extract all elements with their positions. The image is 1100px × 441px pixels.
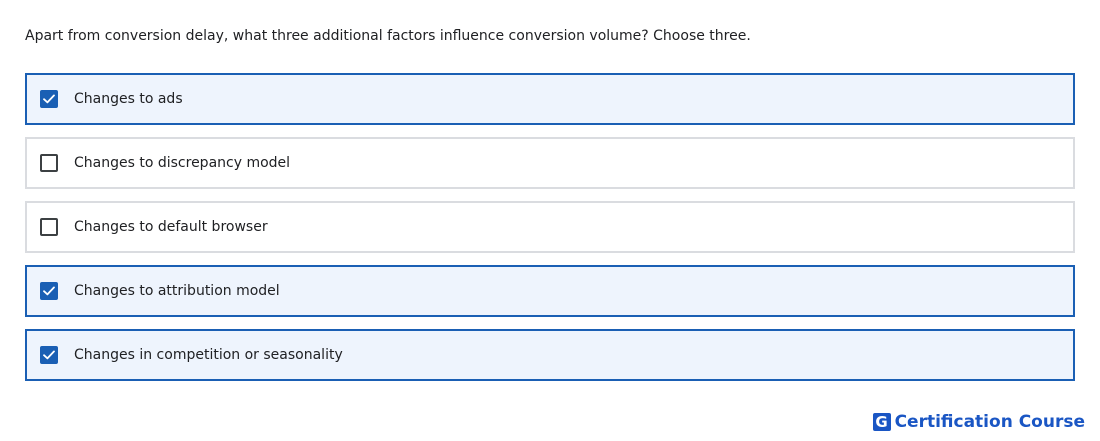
option-changes-to-ads[interactable]: Changes to ads (25, 73, 1075, 125)
option-checkbox[interactable] (40, 154, 58, 172)
quiz-page: Apart from conversion delay, what three … (0, 0, 1100, 441)
option-changes-in-competition-or-seasonality[interactable]: Changes in competition or seasonality (25, 329, 1075, 381)
option-checkbox[interactable] (40, 218, 58, 236)
option-label: Changes to default browser (74, 219, 268, 235)
option-label: Changes to discrepancy model (74, 155, 291, 171)
brand-text: Certification Course (894, 412, 1085, 432)
check-icon (43, 286, 55, 296)
option-label: Changes in competition or seasonality (74, 347, 343, 363)
option-checkbox[interactable] (40, 346, 58, 364)
check-icon (43, 350, 55, 360)
question-text: Apart from conversion delay, what three … (25, 28, 751, 44)
brand-logo: G Certification Course (872, 412, 1085, 432)
option-checkbox[interactable] (40, 90, 58, 108)
option-checkbox[interactable] (40, 282, 58, 300)
option-changes-to-default-browser[interactable]: Changes to default browser (25, 201, 1075, 253)
option-label: Changes to ads (74, 91, 183, 107)
option-label: Changes to attribution model (74, 283, 280, 299)
check-icon (43, 94, 55, 104)
option-changes-to-attribution-model[interactable]: Changes to attribution model (25, 265, 1075, 317)
options-list: Changes to ads Changes to discrepancy mo… (25, 73, 1075, 393)
option-changes-to-discrepancy-model[interactable]: Changes to discrepancy model (25, 137, 1075, 189)
brand-g-icon: G (872, 413, 891, 431)
